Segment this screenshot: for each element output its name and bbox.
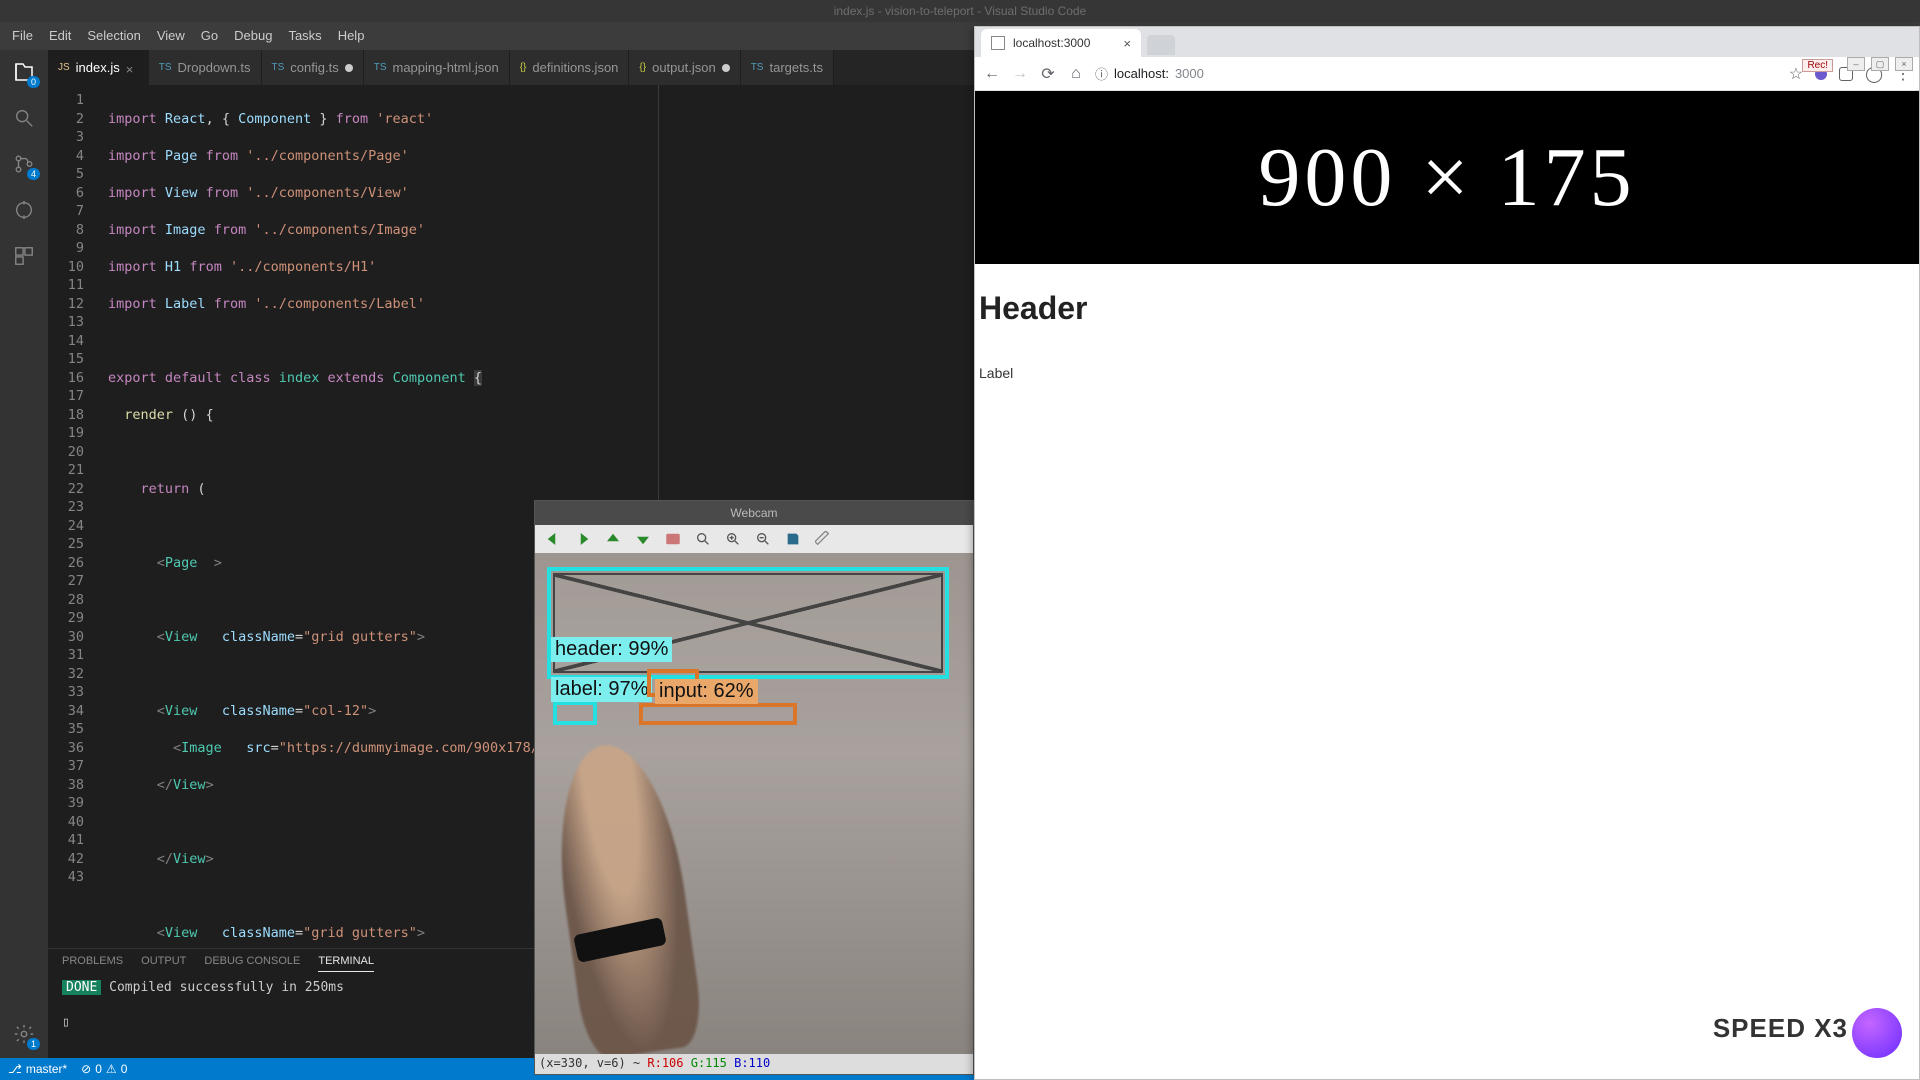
webcam-window: Webcam header: 99% label: 97% input: 62%… — [534, 500, 974, 1075]
tab-index-js[interactable]: JSindex.js× — [48, 50, 149, 85]
zoom-fit-icon[interactable] — [691, 528, 715, 550]
menu-file[interactable]: File — [4, 22, 41, 50]
home-icon[interactable]: ⌂ — [1067, 65, 1085, 83]
browser-window: Rec! – ▢ × localhost:3000 × ← → ⟳ ⌂ ⓘ lo… — [974, 26, 1920, 1080]
hand-image — [544, 737, 706, 1054]
forward-icon: → — [1011, 65, 1029, 83]
menu-selection[interactable]: Selection — [79, 22, 148, 50]
line-gutter: 1234567891011121314151617181920212223242… — [48, 85, 96, 948]
tab-mapping-html-json[interactable]: TSmapping-html.json — [364, 50, 510, 85]
new-tab-button[interactable] — [1147, 35, 1175, 55]
extensions-icon[interactable] — [10, 242, 38, 270]
tab-targets-ts[interactable]: TStargets.ts — [741, 50, 834, 85]
status-errors[interactable]: ⊘ 0 ⚠ 0 — [81, 1062, 127, 1076]
compile-message: Compiled successfully in 250ms — [101, 980, 344, 995]
back-icon[interactable]: ← — [983, 65, 1001, 83]
tab-output-json[interactable]: {}output.json — [629, 50, 740, 85]
browser-tab-strip: localhost:3000 × — [975, 27, 1919, 57]
nav-down-icon[interactable] — [631, 528, 655, 550]
image-icon[interactable] — [661, 528, 685, 550]
activity-bar: 0 4 1 — [0, 50, 48, 1058]
menu-go[interactable]: Go — [193, 22, 226, 50]
zoom-out-icon[interactable] — [751, 528, 775, 550]
explorer-badge: 0 — [27, 76, 40, 88]
window-controls: – ▢ × — [1847, 57, 1913, 71]
speed-overlay: SPEED X3 — [1713, 1013, 1848, 1044]
hero-placeholder-image: 900 × 175 — [975, 91, 1919, 264]
favicon-icon — [991, 36, 1005, 50]
bookmark-star-icon[interactable]: ☆ — [1789, 64, 1803, 84]
compile-status-badge: DONE — [62, 980, 101, 995]
vscode-title-bar: index.js - vision-to-teleport - Visual S… — [0, 0, 1920, 22]
git-branch[interactable]: ⎇ master* — [8, 1062, 67, 1076]
detection-box-label — [553, 701, 597, 725]
menu-view[interactable]: View — [149, 22, 193, 50]
speed-orb-icon[interactable] — [1852, 1008, 1902, 1058]
webcam-toolbar — [535, 525, 973, 553]
save-icon[interactable] — [781, 528, 805, 550]
menu-debug[interactable]: Debug — [226, 22, 280, 50]
browser-tab-title: localhost:3000 — [1013, 36, 1090, 50]
close-button[interactable]: × — [1895, 57, 1913, 71]
tab-dropdown-ts[interactable]: TSDropdown.ts — [149, 50, 262, 85]
scm-badge: 4 — [27, 168, 40, 180]
webcam-status-bar: (x=330, v=6) ~ R:106 G:115 B:110 — [535, 1054, 973, 1074]
panel-tab-terminal[interactable]: TERMINAL — [318, 955, 374, 972]
dirty-indicator — [722, 64, 730, 72]
debug-icon[interactable] — [10, 196, 38, 224]
detection-box-header — [547, 567, 949, 679]
tab-config-ts[interactable]: TSconfig.ts — [262, 50, 364, 85]
nav-back-icon[interactable] — [541, 528, 565, 550]
url-field[interactable]: ⓘ localhost:3000 — [1095, 64, 1779, 83]
nav-forward-icon[interactable] — [571, 528, 595, 550]
webcam-view: header: 99% label: 97% input: 62% — [535, 553, 973, 1054]
panel-tab-problems[interactable]: PROBLEMS — [62, 955, 123, 972]
recording-badge: Rec! — [1802, 59, 1833, 72]
minimize-button[interactable]: – — [1847, 57, 1865, 71]
panel-tab-output[interactable]: OUTPUT — [141, 955, 186, 972]
info-icon[interactable]: ⓘ — [1095, 64, 1108, 83]
zoom-in-icon[interactable] — [721, 528, 745, 550]
close-tab-icon[interactable]: × — [1123, 36, 1131, 51]
address-bar: ← → ⟳ ⌂ ⓘ localhost:3000 ☆ ◯ ⋮ — [975, 57, 1919, 91]
detection-box-input — [639, 703, 797, 725]
detection-label-input: input: 62% — [655, 679, 758, 704]
rendered-page: 900 × 175 Header Label — [975, 91, 1919, 381]
reload-icon[interactable]: ⟳ — [1039, 64, 1057, 84]
nav-up-icon[interactable] — [601, 528, 625, 550]
close-icon[interactable]: × — [126, 62, 138, 74]
menu-tasks[interactable]: Tasks — [280, 22, 329, 50]
page-label: Label — [979, 365, 1919, 381]
brush-icon[interactable] — [811, 528, 835, 550]
search-icon[interactable] — [10, 104, 38, 132]
browser-tab-localhost[interactable]: localhost:3000 × — [981, 29, 1141, 57]
menu-help[interactable]: Help — [330, 22, 373, 50]
scm-icon[interactable]: 4 — [10, 150, 38, 178]
settings-badge: 1 — [27, 1038, 40, 1050]
detection-label-header: header: 99% — [551, 637, 672, 662]
dirty-indicator — [345, 64, 353, 72]
page-heading: Header — [979, 290, 1919, 327]
panel-tab-debug-console[interactable]: DEBUG CONSOLE — [204, 955, 300, 972]
tab-definitions-json[interactable]: {}definitions.json — [510, 50, 630, 85]
webcam-title: Webcam — [535, 501, 973, 525]
settings-gear-icon[interactable]: 1 — [10, 1020, 38, 1048]
detection-label-label: label: 97% — [551, 677, 652, 702]
menu-edit[interactable]: Edit — [41, 22, 79, 50]
maximize-button[interactable]: ▢ — [1871, 57, 1889, 71]
explorer-icon[interactable]: 0 — [10, 58, 38, 86]
